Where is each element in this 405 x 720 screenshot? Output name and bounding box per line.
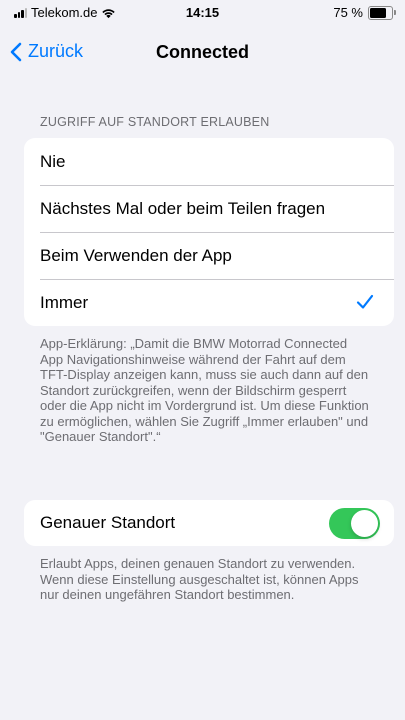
option-ask-next-time[interactable]: Nächstes Mal oder beim Teilen fragen bbox=[24, 185, 394, 232]
battery-cap bbox=[394, 9, 396, 15]
battery-icon bbox=[368, 5, 396, 20]
location-access-header: ZUGRIFF AUF STANDORT ERLAUBEN bbox=[40, 115, 270, 129]
app-explanation-text: App-Erklärung: „Damit die BMW Motorrad C… bbox=[40, 336, 369, 444]
precise-location-row: Genauer Standort bbox=[24, 500, 394, 546]
precise-location-label: Genauer Standort bbox=[40, 513, 176, 532]
toggle-knob bbox=[351, 510, 378, 537]
page-title: Connected bbox=[155, 42, 249, 62]
checkmark-icon bbox=[356, 294, 374, 309]
navigation-bar: Zurück Connected bbox=[0, 30, 405, 74]
location-access-options: Nie Nächstes Mal oder beim Teilen fragen… bbox=[24, 138, 394, 326]
status-bar: Telekom.de 14:15 75 % bbox=[0, 0, 405, 24]
precise-location-card: Genauer Standort bbox=[24, 500, 394, 546]
option-label: Immer bbox=[40, 292, 89, 312]
option-label: Nie bbox=[40, 151, 66, 171]
option-while-using[interactable]: Beim Verwenden der App bbox=[24, 232, 394, 279]
option-label: Nächstes Mal oder beim Teilen fragen bbox=[40, 198, 326, 218]
battery-level bbox=[370, 7, 386, 18]
precise-location-description: Erlaubt Apps, deinen genauen Standort zu… bbox=[40, 556, 359, 602]
option-never[interactable]: Nie bbox=[24, 138, 394, 185]
option-always[interactable]: Immer bbox=[24, 279, 394, 326]
precise-location-toggle[interactable] bbox=[329, 508, 380, 539]
battery-percentage: 75 % bbox=[333, 5, 363, 20]
status-right: 75 % bbox=[333, 5, 396, 20]
option-label: Beim Verwenden der App bbox=[40, 245, 232, 265]
